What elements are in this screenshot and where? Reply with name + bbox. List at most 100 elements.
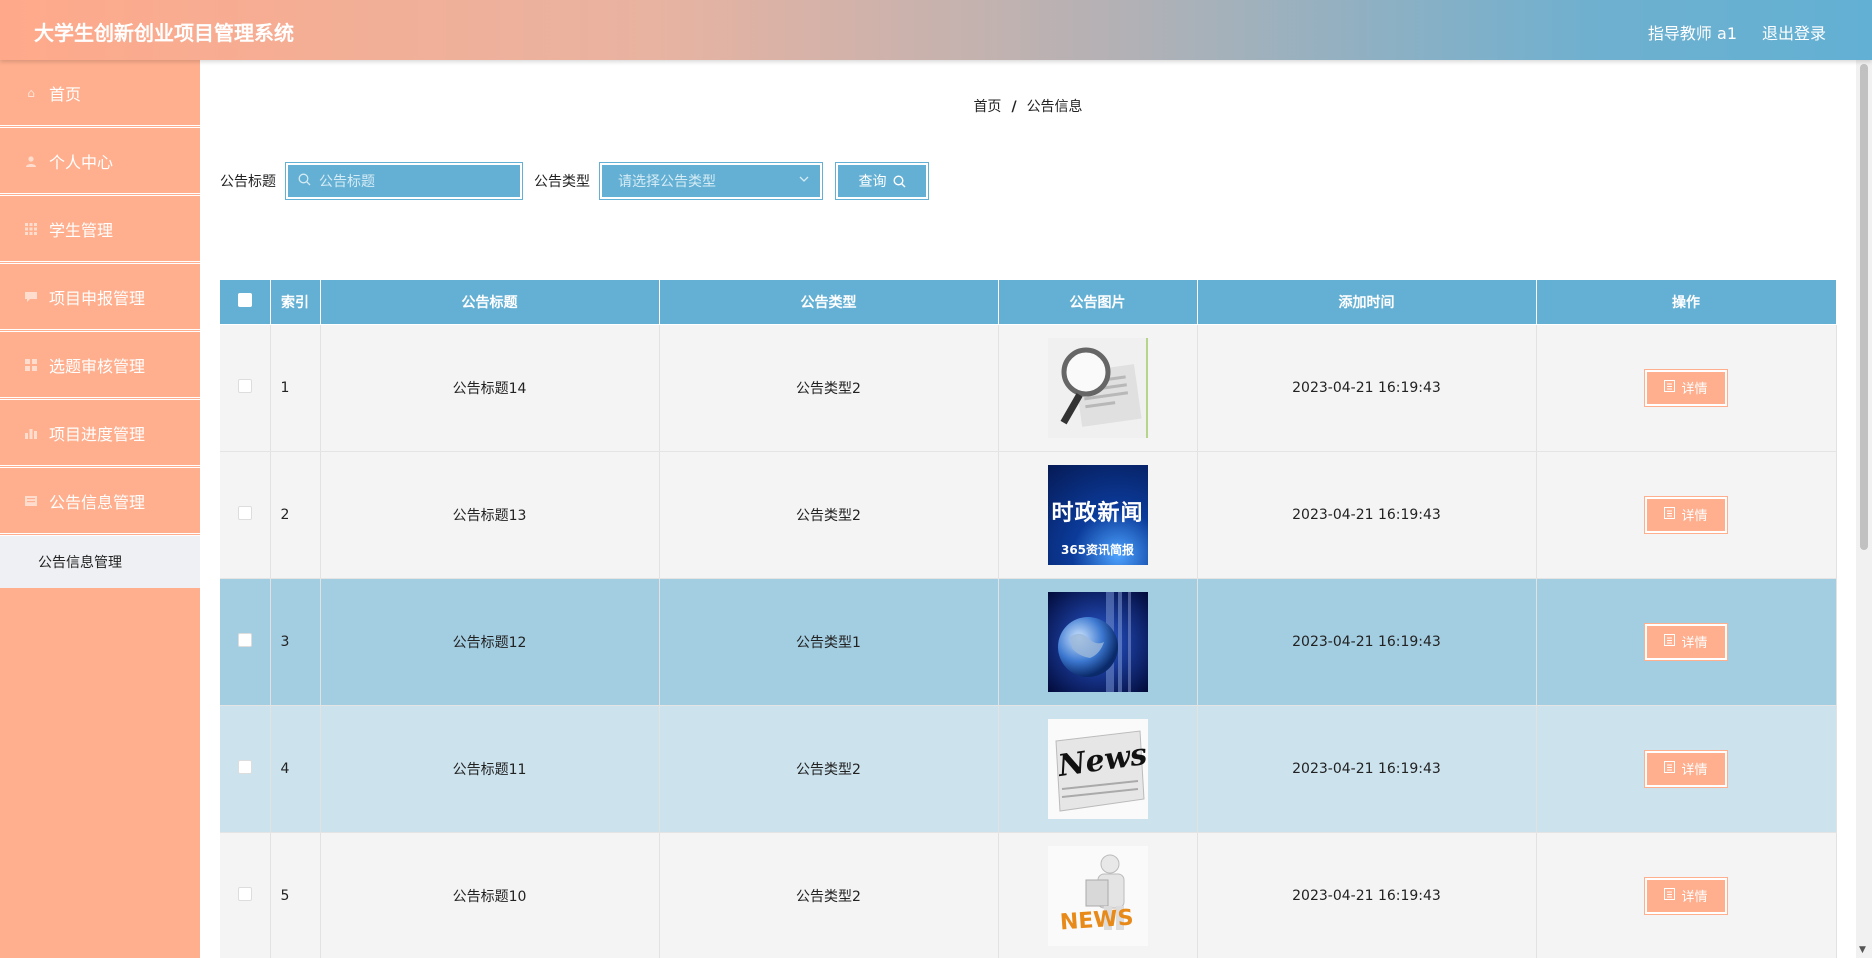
- apps-icon: [24, 358, 38, 372]
- detail-button-label: 详情: [1681, 890, 1708, 905]
- row-time: 2023-04-21 16:19:43: [1197, 578, 1537, 706]
- type-select-placeholder: 请选择公告类型: [618, 174, 716, 190]
- row-checkbox-cell: [220, 832, 271, 958]
- select-all-checkbox[interactable]: [237, 292, 252, 307]
- document-icon: [1664, 380, 1676, 395]
- column-header-title: 公告标题: [320, 280, 660, 325]
- logout-link[interactable]: 退出登录: [1762, 20, 1826, 44]
- detail-button-label: 详情: [1681, 636, 1708, 651]
- detail-button[interactable]: 详情: [1644, 749, 1728, 788]
- table-row[interactable]: 2 公告标题13 公告类型2 时政新闻 365资讯简报 2023-04-21 1…: [220, 451, 1837, 579]
- row-time: 2023-04-21 16:19:43: [1197, 832, 1537, 958]
- search-icon: [892, 174, 906, 188]
- sidebar-item-students[interactable]: 学生管理: [0, 196, 200, 264]
- row-checkbox[interactable]: [237, 759, 252, 774]
- sidebar-item-project-apply[interactable]: 项目申报管理: [0, 264, 200, 332]
- globe-blue-image[interactable]: [1047, 591, 1148, 692]
- row-image-cell: [998, 324, 1198, 452]
- row-checkbox-cell: [220, 451, 271, 579]
- title-search-label: 公告标题: [220, 174, 276, 190]
- column-header-index: 索引: [270, 280, 321, 325]
- row-checkbox[interactable]: [237, 886, 252, 901]
- type-select[interactable]: 请选择公告类型: [599, 162, 823, 200]
- sidebar-item-progress[interactable]: 项目进度管理: [0, 400, 200, 468]
- row-actions-cell: 详情: [1536, 705, 1837, 833]
- column-header-image: 公告图片: [998, 280, 1198, 325]
- table-row[interactable]: 4 公告标题11 公告类型2 News 2023-04-21 16:19:43 …: [220, 705, 1837, 833]
- row-checkbox[interactable]: [237, 378, 252, 393]
- chat-icon: [24, 290, 38, 304]
- scrollbar-thumb[interactable]: [1860, 64, 1868, 550]
- row-checkbox-cell: [220, 705, 271, 833]
- detail-button-label: 详情: [1681, 509, 1708, 524]
- row-index: 1: [270, 324, 321, 452]
- row-title: 公告标题11: [320, 705, 660, 833]
- search-icon: [298, 173, 311, 190]
- scroll-down-arrow-icon[interactable]: ▼: [1859, 945, 1866, 955]
- main-content: 首页 / 公告信息 公告标题 公告标题 公告类型 请选择公告类型 查询 索引 公…: [200, 60, 1856, 958]
- search-bar: 公告标题 公告标题 公告类型 请选择公告类型 查询: [220, 162, 929, 200]
- table-row[interactable]: 5 公告标题10 公告类型2 NEWS 2023-04-21 16:19:43 …: [220, 832, 1837, 958]
- sidebar-item-label: 选题审核管理: [49, 356, 146, 376]
- query-button-label: 查询: [858, 174, 887, 190]
- row-time: 2023-04-21 16:19:43: [1197, 451, 1537, 579]
- breadcrumb: 首页 / 公告信息: [200, 96, 1856, 116]
- row-title: 公告标题10: [320, 832, 660, 958]
- title-search-input[interactable]: 公告标题: [285, 162, 523, 200]
- row-checkbox-cell: [220, 578, 271, 706]
- sidebar-item-label: 公告信息管理: [49, 492, 146, 512]
- detail-button[interactable]: 详情: [1644, 368, 1728, 407]
- row-time: 2023-04-21 16:19:43: [1197, 324, 1537, 452]
- sidebar: ⌂ 首页 个人中心 学生管理 项目申报管理 选题审核管理 项目进度管理 公告信息…: [0, 60, 200, 958]
- row-checkbox-cell: [220, 324, 271, 452]
- row-time: 2023-04-21 16:19:43: [1197, 705, 1537, 833]
- shizheng-news-image[interactable]: 时政新闻 365资讯简报: [1047, 464, 1148, 565]
- row-actions-cell: 详情: [1536, 324, 1837, 452]
- table-header-row: 索引 公告标题 公告类型 公告图片 添加时间 操作: [220, 280, 1837, 325]
- submenu-item-notice-manage[interactable]: 公告信息管理: [0, 536, 200, 588]
- row-index: 4: [270, 705, 321, 833]
- sidebar-item-topic-review[interactable]: 选题审核管理: [0, 332, 200, 400]
- detail-button[interactable]: 详情: [1644, 495, 1728, 534]
- row-checkbox[interactable]: [237, 505, 252, 520]
- newspaper-news-image[interactable]: News: [1047, 718, 1148, 819]
- row-type: 公告类型2: [659, 832, 999, 958]
- row-index: 3: [270, 578, 321, 706]
- column-header-type: 公告类型: [659, 280, 999, 325]
- vertical-scrollbar[interactable]: ▼: [1856, 60, 1872, 958]
- table-row[interactable]: 1 公告标题14 公告类型2 2023-04-21 16:19:43 详情: [220, 324, 1837, 452]
- row-actions-cell: 详情: [1536, 578, 1837, 706]
- row-title: 公告标题13: [320, 451, 660, 579]
- row-index: 5: [270, 832, 321, 958]
- detail-button[interactable]: 详情: [1644, 622, 1728, 661]
- news-figure-image[interactable]: NEWS: [1047, 845, 1148, 946]
- query-button[interactable]: 查询: [835, 162, 929, 200]
- row-actions-cell: 详情: [1536, 451, 1837, 579]
- document-icon: [1664, 888, 1676, 903]
- detail-button-label: 详情: [1681, 763, 1708, 778]
- row-index: 2: [270, 451, 321, 579]
- sidebar-item-profile[interactable]: 个人中心: [0, 128, 200, 196]
- sidebar-item-home[interactable]: ⌂ 首页: [0, 60, 200, 128]
- detail-button[interactable]: 详情: [1644, 876, 1728, 915]
- document-icon: [1664, 761, 1676, 776]
- sidebar-item-notice[interactable]: 公告信息管理: [0, 468, 200, 536]
- sidebar-item-label: 学生管理: [49, 220, 114, 240]
- table-row[interactable]: 3 公告标题12 公告类型1 2023-04-21 16:19:43 详情: [220, 578, 1837, 706]
- row-image-cell: [998, 578, 1198, 706]
- breadcrumb-separator: /: [1011, 99, 1017, 115]
- breadcrumb-current: 公告信息: [1026, 99, 1083, 115]
- row-type: 公告类型1: [659, 578, 999, 706]
- row-checkbox[interactable]: [237, 632, 252, 647]
- row-type: 公告类型2: [659, 705, 999, 833]
- chevron-down-icon: [798, 173, 810, 188]
- column-header-time: 添加时间: [1197, 280, 1537, 325]
- document-icon: [1664, 507, 1676, 522]
- grid-icon: [24, 222, 38, 236]
- title-search-placeholder: 公告标题: [319, 174, 375, 190]
- breadcrumb-home[interactable]: 首页: [973, 99, 1001, 115]
- row-image-cell: 时政新闻 365资讯简报: [998, 451, 1198, 579]
- row-title: 公告标题14: [320, 324, 660, 452]
- select-all-cell[interactable]: [220, 280, 271, 325]
- news-magnifier-image[interactable]: [1047, 337, 1148, 438]
